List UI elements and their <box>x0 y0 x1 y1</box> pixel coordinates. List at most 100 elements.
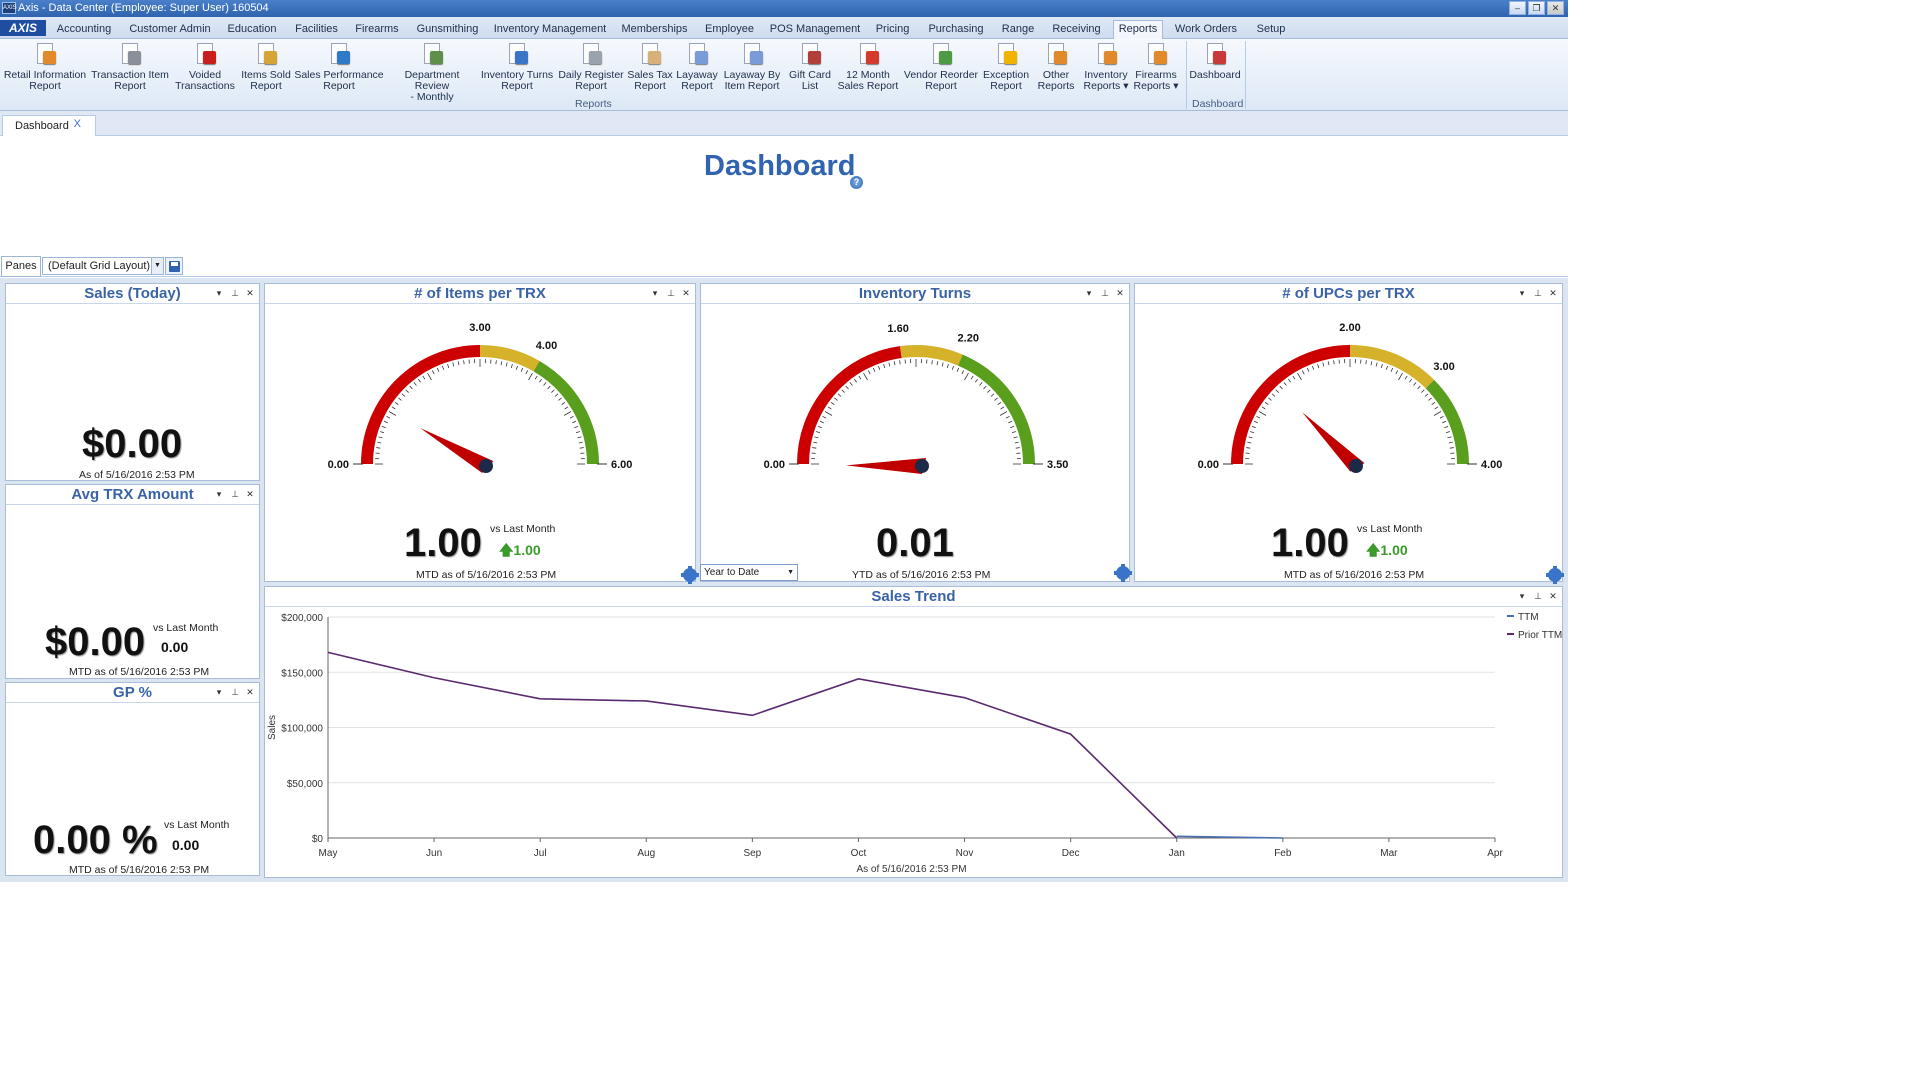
upcs-per-trx-value: 1.00 <box>1271 521 1349 565</box>
void-icon <box>192 41 218 67</box>
menu-tab-gunsmithing[interactable]: Gunsmithing <box>412 21 483 39</box>
menu-tab-firearms[interactable]: Firearms <box>350 21 404 39</box>
gauge-tick <box>579 447 584 449</box>
menu-tab-employee[interactable]: Employee <box>700 21 759 39</box>
menu-tab-work-orders[interactable]: Work Orders <box>1171 21 1241 39</box>
panel-menu-icon[interactable]: ▾ <box>649 287 661 299</box>
menu-tab-customer-admin[interactable]: Customer Admin <box>125 21 215 39</box>
menu-tab-pricing[interactable]: Pricing <box>869 21 916 39</box>
pin-icon[interactable]: ⊥ <box>1099 287 1111 299</box>
gauge-tick <box>841 389 845 393</box>
period-dropdown[interactable]: Year to Date ▼ <box>700 564 798 581</box>
gauge-tick <box>569 415 574 419</box>
ribbon-button-retail-information-report[interactable]: Retail Information Report <box>0 41 90 92</box>
menu-tab-pos-management[interactable]: POS Management <box>767 21 863 39</box>
avg-trx-value: $0.00 <box>45 620 146 664</box>
menu-tab-range[interactable]: Range <box>996 21 1040 39</box>
gauge-tick <box>558 397 562 401</box>
sales-trend-chart: $0 $50,000 $100,000 $150,000 $200,000 May Jun J… <box>267 612 1562 875</box>
save-layout-button[interactable] <box>165 257 183 275</box>
gauge-red-band <box>797 346 902 465</box>
gauge-tick <box>816 431 821 434</box>
gauge-green-band <box>957 354 1035 465</box>
menu-tab-purchasing[interactable]: Purchasing <box>924 21 988 39</box>
panes-button[interactable]: Panes <box>1 256 41 277</box>
close-icon[interactable]: ✕ <box>1547 287 1559 299</box>
legend-label: TTM <box>1518 612 1539 623</box>
panel-menu-icon[interactable]: ▾ <box>1083 287 1095 299</box>
gauge-tick <box>417 378 421 383</box>
restore-button[interactable]: ❐ <box>1528 1 1545 15</box>
menu-tab-memberships[interactable]: Memberships <box>617 21 692 39</box>
gauge-tick <box>961 370 965 375</box>
pin-icon[interactable]: ⊥ <box>1532 590 1544 602</box>
gauge-tick <box>1385 365 1389 370</box>
pin-icon[interactable]: ⊥ <box>1532 287 1544 299</box>
items-per-trx-panel: # of Items per TRX ▾ ⊥ ✕ 0.00 3.00 4.00 6.0… <box>264 283 699 584</box>
vs-value: 🡅1.00 <box>499 542 541 558</box>
gauge-tick <box>1448 441 1453 444</box>
settings-gear-icon[interactable] <box>681 566 699 584</box>
gauge-tick <box>505 362 508 367</box>
gauge-tick <box>853 378 857 383</box>
menu-tab-education[interactable]: Education <box>222 21 282 39</box>
close-tab-icon[interactable]: X <box>74 114 81 134</box>
tab-dashboard[interactable]: Dashboard X <box>2 115 96 136</box>
gauge-tick <box>574 425 579 429</box>
vs-label: vs Last Month <box>164 819 230 831</box>
pen-icon <box>117 41 143 67</box>
gauge-tick <box>1258 411 1267 416</box>
chevron-down-icon[interactable]: ▼ <box>151 258 163 274</box>
pin-icon[interactable]: ⊥ <box>665 287 677 299</box>
close-icon[interactable]: ✕ <box>1114 287 1126 299</box>
gauge-tick <box>1327 361 1330 366</box>
gauge-tick <box>528 372 533 381</box>
upcs-per-trx-panel: # of UPCs per TRX ▾ ⊥ ✕ 0.00 2.00 3.00 4.00… <box>1134 283 1564 584</box>
x-tick-label: Nov <box>956 848 974 859</box>
menu-tab-facilities[interactable]: Facilities <box>290 21 343 39</box>
gauge-tick <box>1447 436 1452 439</box>
gauge-tick <box>427 372 432 381</box>
gauge-tick <box>990 393 995 397</box>
ribbon-button-sales-performance-report[interactable]: Sales Performance Report <box>294 41 384 92</box>
menu-tab-reports[interactable]: Reports <box>1113 20 1163 40</box>
close-button[interactable]: ✕ <box>1547 1 1564 15</box>
close-icon[interactable]: ✕ <box>244 488 256 500</box>
y-tick-label: $50,000 <box>287 779 324 790</box>
panel-menu-icon[interactable]: ▾ <box>213 488 225 500</box>
gauge-tick <box>457 361 460 366</box>
gauge-tick <box>377 441 382 444</box>
menu-tab-receiving[interactable]: Receiving <box>1048 21 1105 39</box>
pin-icon[interactable]: ⊥ <box>229 686 241 698</box>
close-icon[interactable]: ✕ <box>680 287 692 299</box>
minimize-button[interactable]: – <box>1509 1 1526 15</box>
panel-menu-icon[interactable]: ▾ <box>213 686 225 698</box>
pin-icon[interactable]: ⊥ <box>229 488 241 500</box>
vs-value: 🡅1.00 <box>1366 542 1408 558</box>
settings-gear-icon[interactable] <box>1114 564 1132 582</box>
gauge-tick <box>951 365 955 370</box>
ribbon-button-department-review-monthly[interactable]: Department Review - Monthly <box>387 41 477 103</box>
layout-dropdown[interactable]: (Default Grid Layout) ▼ <box>42 257 164 275</box>
gauge-tick <box>563 411 572 416</box>
pin-icon[interactable]: ⊥ <box>229 287 241 299</box>
up-arrow-icon: 🡅 <box>1366 542 1381 558</box>
gauge-tick <box>520 367 524 372</box>
gauge-tick <box>409 385 413 390</box>
close-icon[interactable]: ✕ <box>1547 590 1559 602</box>
menu-tab-accounting[interactable]: Accounting <box>52 21 116 39</box>
gauge-red-band <box>361 345 481 465</box>
panel-menu-icon[interactable]: ▾ <box>213 287 225 299</box>
panel-menu-icon[interactable]: ▾ <box>1516 287 1528 299</box>
ribbon-button-dashboard[interactable]: Dashboard <box>1170 41 1260 81</box>
menu-tab-setup[interactable]: Setup <box>1249 21 1293 39</box>
items-per-trx-value: 1.00 <box>404 521 482 565</box>
help-icon[interactable]: ? <box>850 176 863 189</box>
close-icon[interactable]: ✕ <box>244 287 256 299</box>
menu-tab-inventory-management[interactable]: Inventory Management <box>491 21 609 39</box>
settings-gear-icon[interactable] <box>1546 566 1564 584</box>
close-icon[interactable]: ✕ <box>244 686 256 698</box>
panel-menu-icon[interactable]: ▾ <box>1516 590 1528 602</box>
gauge-tick <box>987 389 991 393</box>
gauge-yellow-band <box>1349 345 1435 389</box>
